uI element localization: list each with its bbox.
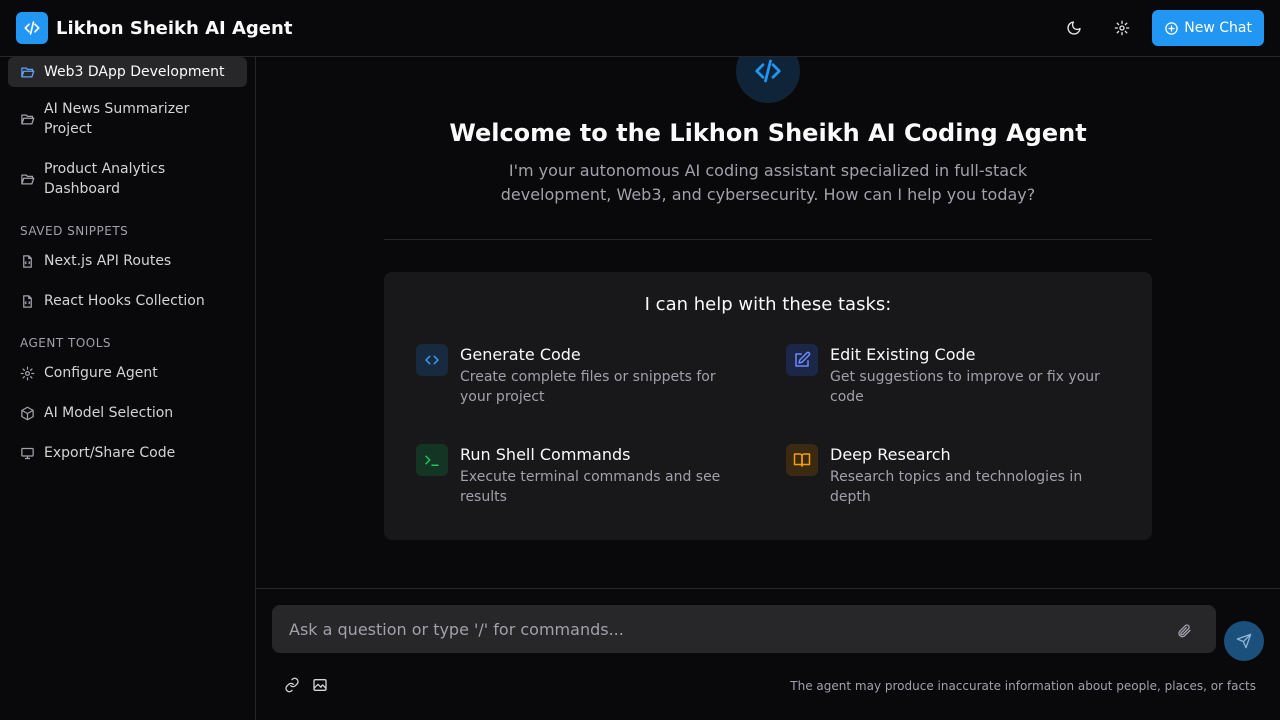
plus-circle-icon (1165, 21, 1179, 35)
task-title: Deep Research (830, 445, 951, 464)
task-title: Edit Existing Code (830, 345, 976, 364)
divider (384, 239, 1152, 240)
task-description: Create complete files or snippets for yo… (460, 369, 716, 405)
sidebar-item-export-share[interactable]: Export/Share Code (8, 443, 247, 463)
sidebar-item-label: AI News Summarizer Project (44, 101, 190, 137)
moon-icon (1067, 21, 1081, 35)
folder-open-icon (21, 174, 35, 184)
sidebar-item-ai-news[interactable]: AI News Summarizer Project (8, 99, 247, 139)
sidebar-item-label: AI Model Selection (44, 405, 174, 421)
folder-open-icon (21, 114, 35, 124)
sidebar-item-nextjs-routes[interactable]: Next.js API Routes (8, 251, 247, 271)
folder-open-icon (21, 67, 35, 77)
new-chat-button[interactable]: New Chat (1152, 10, 1264, 46)
book-open-icon (786, 444, 818, 476)
page-subtitle: I'm your autonomous AI coding assistant … (500, 161, 1036, 204)
code-icon (416, 344, 448, 376)
terminal-icon (416, 444, 448, 476)
task-title: Run Shell Commands (460, 445, 631, 464)
task-description: Research topics and technologies in dept… (830, 469, 1083, 505)
disclaimer-text: The agent may produce inaccurate informa… (790, 679, 1256, 693)
agent-tools-heading: AGENT TOOLS (20, 336, 112, 350)
cube-icon (21, 406, 34, 420)
task-deep-research[interactable]: Deep Research Research topics and techno… (786, 444, 1116, 507)
sidebar-item-label: Configure Agent (44, 365, 158, 381)
app-title: Likhon Sheikh AI Agent (56, 17, 293, 39)
sidebar-item-model-selection[interactable]: AI Model Selection (8, 403, 247, 423)
edit-icon (786, 344, 818, 376)
code-hero-icon (736, 57, 800, 103)
task-description: Get suggestions to improve or fix your c… (830, 369, 1100, 405)
sidebar-item-label: Next.js API Routes (44, 253, 172, 269)
gear-icon (1114, 20, 1130, 36)
sidebar-item-label: Web3 DApp Development (44, 64, 225, 80)
sidebar-item-label: Export/Share Code (44, 445, 176, 461)
gear-icon (20, 366, 35, 380)
task-description: Execute terminal commands and see result… (460, 469, 721, 505)
sidebar-item-web3-dapp[interactable]: Web3 DApp Development (8, 57, 247, 87)
chat-input[interactable] (272, 605, 1216, 653)
sidebar-item-product-analytics[interactable]: Product Analytics Dashboard (8, 159, 247, 199)
task-shell-commands[interactable]: Run Shell Commands Execute terminal comm… (416, 444, 746, 507)
sidebar-item-label: React Hooks Collection (44, 293, 205, 309)
task-edit-code[interactable]: Edit Existing Code Get suggestions to im… (786, 344, 1116, 407)
send-button[interactable] (1224, 621, 1264, 661)
monitor-icon (21, 447, 34, 459)
tasks-card: I can help with these tasks: Generate Co… (384, 272, 1152, 540)
main-content: Welcome to the Likhon Sheikh AI Coding A… (256, 57, 1280, 588)
settings-button[interactable] (1104, 10, 1140, 46)
new-chat-label: New Chat (1184, 20, 1252, 36)
file-code-icon (23, 254, 32, 268)
sidebar-item-react-hooks[interactable]: React Hooks Collection (8, 291, 247, 311)
code-logo-icon (16, 12, 48, 44)
saved-snippets-heading: SAVED SNIPPETS (20, 224, 129, 238)
app-header: Likhon Sheikh AI Agent New Chat (0, 0, 1280, 57)
task-title: Generate Code (460, 345, 581, 364)
task-generate-code[interactable]: Generate Code Create complete files or s… (416, 344, 746, 407)
link-icon[interactable] (284, 677, 300, 697)
tasks-heading: I can help with these tasks: (644, 294, 892, 315)
send-icon (1236, 633, 1252, 649)
chat-composer: The agent may produce inaccurate informa… (256, 588, 1280, 720)
paperclip-icon[interactable] (1176, 623, 1192, 643)
sidebar-item-label: Product Analytics Dashboard (44, 161, 166, 197)
sidebar-item-configure-agent[interactable]: Configure Agent (8, 363, 247, 383)
file-code-icon (23, 294, 32, 308)
page-title: Welcome to the Likhon Sheikh AI Coding A… (449, 119, 1087, 147)
sidebar: Web3 DApp Development AI News Summarizer… (0, 57, 256, 720)
theme-toggle-button[interactable] (1056, 10, 1092, 46)
image-icon[interactable] (312, 677, 328, 697)
